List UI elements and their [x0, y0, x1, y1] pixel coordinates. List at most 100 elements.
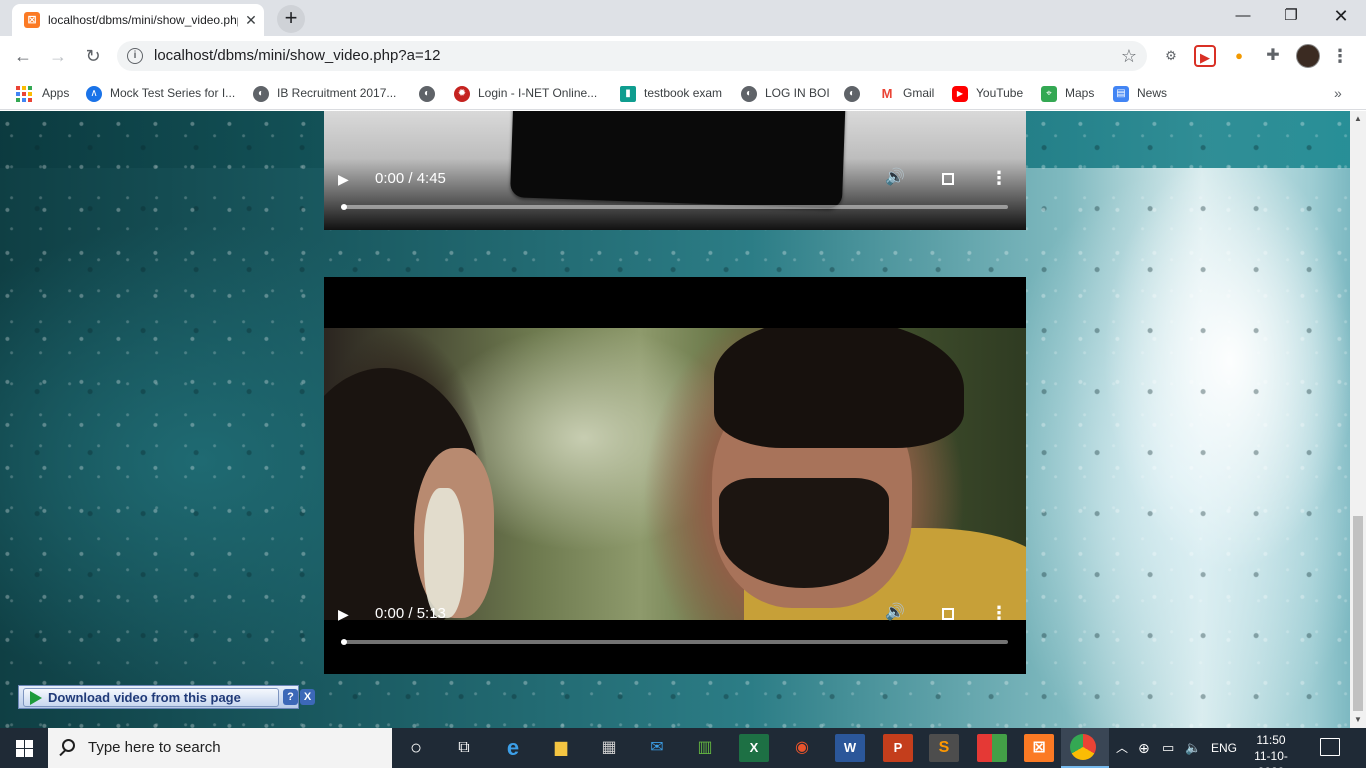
chrome-taskbar-active[interactable]: [1061, 728, 1109, 768]
bookmark-ib-recruitment[interactable]: ◐ IB Recruitment 2017...: [253, 82, 396, 104]
scroll-up-icon[interactable]: ▲: [1350, 113, 1366, 125]
volume-icon[interactable]: 🔊: [884, 602, 906, 624]
mail-icon[interactable]: ✉: [642, 734, 672, 762]
network-globe-icon[interactable]: ⊕: [1138, 740, 1150, 756]
scroll-down-icon[interactable]: ▼: [1350, 714, 1366, 726]
play-icon[interactable]: ▶: [338, 169, 358, 189]
close-widget-icon[interactable]: X: [300, 689, 315, 705]
apps-grid-icon: [16, 85, 32, 102]
download-video-button[interactable]: Download video from this page: [23, 688, 279, 707]
site-info-icon[interactable]: i: [127, 48, 143, 64]
bookmark-news[interactable]: ▤ News: [1113, 82, 1167, 104]
volume-muted-icon[interactable]: 🔈: [1185, 740, 1201, 756]
download-video-label: Download video from this page: [48, 690, 241, 705]
globe-icon: ◐: [741, 85, 757, 102]
testbook-icon: ▮: [620, 85, 636, 102]
tab-strip: ⊠ localhost/dbms/mini/show_video.php ✕ +…: [0, 0, 1366, 36]
taskbar-search-box[interactable]: Type here to search: [48, 728, 392, 768]
play-arrow-icon: [30, 691, 42, 705]
edge-icon[interactable]: e: [498, 734, 528, 762]
language-indicator[interactable]: ENG: [1211, 740, 1237, 756]
back-button[interactable]: ←: [9, 42, 37, 70]
extension-icon-1[interactable]: ⚙: [1160, 45, 1182, 67]
extension-video-icon[interactable]: ▶: [1194, 45, 1216, 67]
maximize-window-button[interactable]: ❐: [1268, 0, 1314, 32]
profile-avatar[interactable]: [1296, 44, 1320, 68]
word-icon[interactable]: W: [835, 734, 865, 762]
fullscreen-icon[interactable]: [937, 167, 959, 189]
bookmark-label: Maps: [1065, 86, 1095, 100]
video-player-2[interactable]: ▶ 0:00 / 5:13 🔊 ⋮: [324, 277, 1026, 674]
maps-icon: ⌖: [1041, 85, 1057, 102]
bookmark-globe[interactable]: ◐: [419, 82, 443, 104]
ubuntu-icon[interactable]: ◉: [787, 734, 817, 762]
bookmark-globe-2[interactable]: ◐: [844, 82, 868, 104]
bookmark-star-icon[interactable]: ☆: [1121, 45, 1137, 67]
bookmarks-overflow-icon[interactable]: »: [1334, 82, 1342, 104]
notifications-icon[interactable]: [1320, 738, 1340, 756]
new-tab-button[interactable]: +: [277, 5, 305, 33]
help-icon[interactable]: ?: [283, 689, 298, 705]
powerpoint-icon[interactable]: P: [883, 734, 913, 762]
cortana-icon[interactable]: ○: [401, 734, 431, 762]
seek-bar[interactable]: [341, 204, 1008, 210]
reload-button[interactable]: ↻: [79, 42, 107, 70]
file-explorer-icon[interactable]: ▆: [546, 734, 576, 762]
search-placeholder: Type here to search: [88, 739, 221, 756]
battery-icon[interactable]: ▭: [1162, 740, 1174, 756]
close-tab-icon[interactable]: ✕: [242, 11, 260, 29]
more-options-icon[interactable]: ⋮: [989, 602, 1009, 624]
video-player-1[interactable]: ▶ 0:00 / 4:45 🔊 ⋮: [324, 111, 1026, 230]
bookmark-mock-test[interactable]: ∧ Mock Test Series for I...: [86, 82, 235, 104]
address-url[interactable]: localhost/dbms/mini/show_video.php?a=12: [154, 48, 440, 64]
volume-icon[interactable]: 🔊: [884, 167, 906, 189]
seek-thumb[interactable]: [341, 204, 347, 210]
bookmark-apps[interactable]: Apps: [16, 82, 69, 104]
video-controls: ▶ 0:00 / 4:45 🔊 ⋮: [324, 161, 1026, 221]
play-icon[interactable]: ▶: [338, 604, 358, 624]
bookmark-youtube[interactable]: ▶ YouTube: [952, 82, 1023, 104]
globe-icon: ◐: [419, 85, 435, 102]
bookmark-label: YouTube: [976, 86, 1024, 100]
bookmark-maps[interactable]: ⌖ Maps: [1041, 82, 1094, 104]
sublime-text-icon[interactable]: S: [929, 734, 959, 762]
spreadsheet-app-icon[interactable]: ▥: [690, 734, 720, 762]
bookmark-label: Gmail: [903, 86, 935, 100]
xampp-icon: ⊠: [24, 12, 40, 28]
bookmark-log-in-boi[interactable]: ◐ LOG IN BOI: [741, 82, 830, 104]
extensions-puzzle-icon[interactable]: ✚: [1262, 45, 1284, 67]
download-video-widget: Download video from this page ? X: [18, 685, 315, 709]
colorful-app-icon[interactable]: [977, 734, 1007, 762]
excel-icon[interactable]: X: [739, 734, 769, 762]
video-time: 0:00 / 4:45: [375, 170, 446, 187]
extension-orange-icon[interactable]: ●: [1228, 45, 1250, 67]
address-bar[interactable]: i localhost/dbms/mini/show_video.php?a=1…: [117, 41, 1147, 71]
minimize-window-button[interactable]: —: [1220, 0, 1266, 32]
youtube-icon: ▶: [952, 85, 968, 102]
inet-icon: ✹: [454, 85, 470, 102]
xampp-icon[interactable]: ⊠: [1024, 734, 1054, 762]
video-frame-beard: [719, 478, 889, 588]
taskbar-clock[interactable]: 11:50 11-10-2020: [1241, 732, 1301, 768]
start-button[interactable]: [0, 728, 48, 768]
store-icon[interactable]: ▦: [594, 734, 624, 762]
bookmark-gmail[interactable]: M Gmail: [879, 82, 934, 104]
task-view-icon[interactable]: ⧉: [449, 734, 479, 762]
browser-tab[interactable]: ⊠ localhost/dbms/mini/show_video.php ✕: [12, 4, 264, 36]
bookmark-inet-login[interactable]: ✹ Login - I-NET Online...: [454, 82, 597, 104]
bookmark-testbook[interactable]: ▮ testbook exam: [620, 82, 722, 104]
close-window-button[interactable]: ✕: [1318, 0, 1364, 32]
search-icon: [62, 739, 75, 752]
page-content: ▶ 0:00 / 4:45 🔊 ⋮ ▶ 0:00 / 5:13 🔊 ⋮ Down…: [0, 111, 1366, 728]
seek-thumb[interactable]: [341, 639, 347, 645]
bookmark-label: News: [1137, 86, 1168, 100]
more-options-icon[interactable]: ⋮: [989, 167, 1009, 189]
seek-bar[interactable]: [341, 639, 1008, 645]
fullscreen-icon[interactable]: [937, 602, 959, 624]
chrome-menu-icon[interactable]: ⋮: [1330, 42, 1350, 70]
forward-button[interactable]: →: [44, 42, 72, 70]
page-scrollbar[interactable]: ▲ ▼: [1350, 111, 1366, 728]
scrollbar-thumb[interactable]: [1353, 516, 1363, 711]
tray-overflow-icon[interactable]: ︿: [1116, 740, 1128, 756]
video-controls: ▶ 0:00 / 5:13 🔊 ⋮: [324, 596, 1026, 656]
